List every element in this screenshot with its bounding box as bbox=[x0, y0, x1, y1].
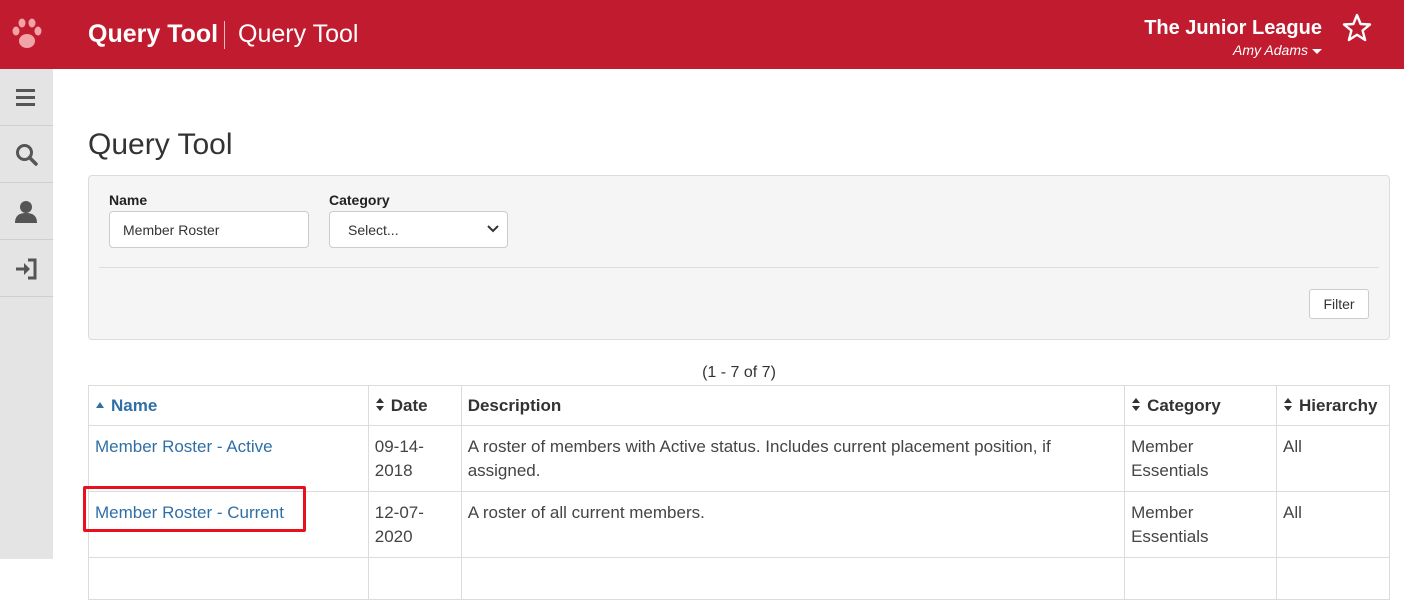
caret-down-icon bbox=[1312, 48, 1322, 54]
app-title[interactable]: Query Tool bbox=[88, 20, 218, 49]
cell-hierarchy: All bbox=[1275, 425, 1391, 492]
organization-name: The Junior League bbox=[1144, 17, 1322, 39]
cell-date: 12-07-2020 bbox=[367, 491, 462, 558]
cell-category: Member Essentials bbox=[1124, 425, 1277, 492]
name-input[interactable] bbox=[109, 211, 309, 248]
cell-date: 09-14-2018 bbox=[367, 425, 462, 492]
hamburger-menu-icon bbox=[16, 89, 35, 106]
pager-summary: (1 - 7 of 7) bbox=[702, 364, 776, 381]
table-row bbox=[88, 557, 1391, 600]
star-icon[interactable] bbox=[1342, 13, 1372, 43]
user-icon bbox=[15, 201, 37, 223]
filter-button[interactable]: Filter bbox=[1309, 289, 1369, 319]
cell-date bbox=[367, 557, 462, 600]
cell-name: Member Roster - Current bbox=[88, 491, 369, 558]
header-page-heading: Query Tool bbox=[238, 20, 359, 48]
sort-icon bbox=[1132, 398, 1141, 412]
sort-ascending-icon bbox=[96, 402, 104, 409]
top-bar: Query Tool Query Tool The Junior League … bbox=[0, 0, 1404, 69]
search-icon bbox=[16, 144, 38, 166]
column-header-category[interactable]: Category bbox=[1124, 385, 1277, 426]
cell-name bbox=[88, 557, 369, 600]
cell-description: A roster of all current members. bbox=[460, 491, 1126, 558]
category-selected-value: Select... bbox=[348, 222, 399, 238]
table-row: Member Roster - Current 12-07-2020 A ros… bbox=[88, 491, 1391, 558]
sidebar-menu-button[interactable] bbox=[0, 69, 53, 126]
cell-hierarchy bbox=[1275, 557, 1391, 600]
page-title: Query Tool bbox=[88, 128, 233, 161]
user-name: Amy Adams bbox=[1233, 42, 1308, 58]
sidebar-search-button[interactable] bbox=[0, 126, 53, 183]
sidebar-sign-in-button[interactable] bbox=[0, 240, 53, 297]
column-header-hierarchy[interactable]: Hierarchy bbox=[1275, 385, 1391, 426]
sign-in-icon bbox=[16, 258, 37, 280]
results-table: Name Date Description Category Hierarchy… bbox=[88, 385, 1391, 600]
query-link[interactable]: Member Roster - Active bbox=[95, 437, 273, 456]
column-header-date[interactable]: Date bbox=[367, 385, 462, 426]
panel-divider bbox=[99, 267, 1379, 268]
user-menu[interactable]: Amy Adams bbox=[1233, 42, 1322, 58]
cell-description bbox=[460, 557, 1126, 600]
name-label: Name bbox=[109, 192, 148, 208]
sidebar-profile-button[interactable] bbox=[0, 183, 53, 240]
filter-panel: Name Category Select... Filter bbox=[88, 175, 1390, 340]
column-header-description: Description bbox=[460, 385, 1126, 426]
column-header-name[interactable]: Name bbox=[88, 385, 369, 426]
title-separator bbox=[224, 21, 225, 49]
cell-hierarchy: All bbox=[1275, 491, 1391, 558]
sort-icon bbox=[375, 398, 384, 412]
sort-icon bbox=[1283, 398, 1292, 412]
cell-description: A roster of members with Active status. … bbox=[460, 425, 1126, 492]
cell-category bbox=[1124, 557, 1277, 600]
category-label: Category bbox=[329, 192, 390, 208]
cell-category: Member Essentials bbox=[1124, 491, 1277, 558]
paw-logo-icon[interactable] bbox=[10, 14, 44, 52]
cell-name: Member Roster - Active bbox=[88, 425, 369, 492]
query-link[interactable]: Member Roster - Current bbox=[95, 503, 284, 522]
table-row: Member Roster - Active 09-14-2018 A rost… bbox=[88, 425, 1391, 492]
sidebar bbox=[0, 69, 53, 559]
category-select[interactable]: Select... bbox=[329, 211, 508, 248]
table-header-row: Name Date Description Category Hierarchy bbox=[88, 385, 1391, 426]
chevron-down-icon bbox=[487, 225, 499, 233]
